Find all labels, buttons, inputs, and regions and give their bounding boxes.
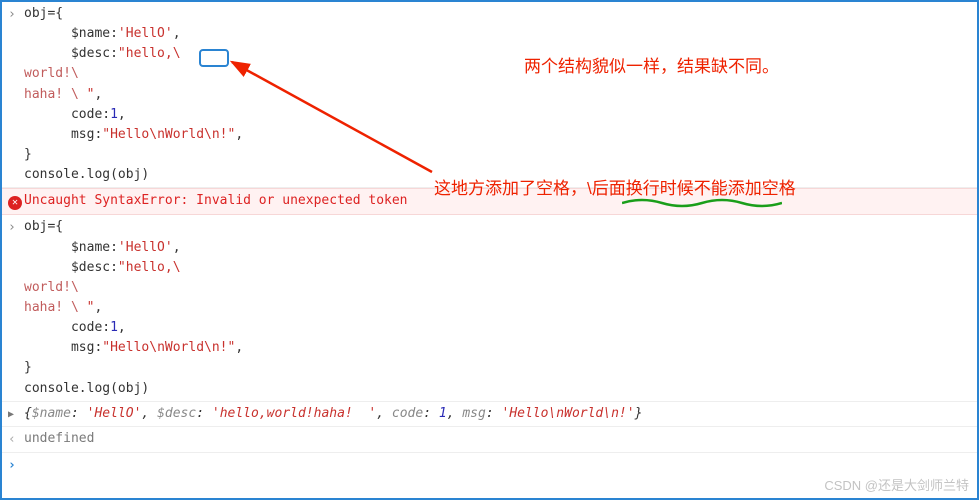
expand-triangle-icon[interactable]: ▶ xyxy=(8,404,24,423)
watermark: CSDN @还是大剑师兰特 xyxy=(824,475,969,494)
input-row-2[interactable]: › obj={ $name:'HellO', $desc:"hello,\ wo… xyxy=(2,215,977,401)
input-chevron-icon: › xyxy=(8,217,24,238)
console-window: › obj={ $name:'HellO', $desc:"hello,\ wo… xyxy=(0,0,979,500)
undefined-text: undefined xyxy=(24,429,971,449)
output-row[interactable]: ▶ {$name: 'HellO', $desc: 'hello,world!h… xyxy=(2,402,977,427)
code-block-2: obj={ $name:'HellO', $desc:"hello,\ worl… xyxy=(24,217,971,398)
object-preview: {$name: 'HellO', $desc: 'hello,world!hah… xyxy=(24,404,971,424)
error-icon: ✕ xyxy=(8,191,24,212)
input-chevron-icon: › xyxy=(8,4,24,25)
input-chevron-icon: › xyxy=(8,455,24,476)
output-chevron-icon: ‹ xyxy=(8,429,24,450)
error-row[interactable]: ✕ Uncaught SyntaxError: Invalid or unexp… xyxy=(2,188,977,215)
highlight-box xyxy=(199,49,229,67)
return-row[interactable]: ‹ undefined xyxy=(2,427,977,453)
input-row-1[interactable]: › obj={ $name:'HellO', $desc:"hello,\ wo… xyxy=(2,2,977,188)
code-block-1: obj={ $name:'HellO', $desc:"hello,\ worl… xyxy=(24,4,971,185)
error-message: Uncaught SyntaxError: Invalid or unexpec… xyxy=(24,191,971,211)
